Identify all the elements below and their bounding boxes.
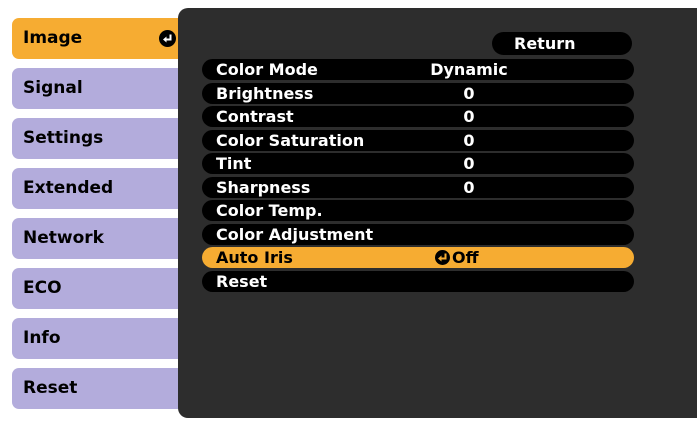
row-label: Brightness (216, 83, 314, 103)
sidebar-item-extended[interactable]: Extended (12, 168, 190, 209)
row-label: Contrast (216, 107, 294, 126)
sidebar-item-label: Settings (23, 128, 104, 148)
row-sharpness[interactable]: Sharpness 0 (202, 176, 634, 198)
row-tint[interactable]: Tint 0 (202, 153, 634, 174)
row-value: 0 (463, 107, 475, 126)
row-label: Color Mode (216, 60, 318, 79)
category-sidebar: Image Signal Settings Extended Network E… (12, 18, 196, 418)
sidebar-item-label: Reset (23, 378, 78, 398)
row-color-mode[interactable]: Color Mode Dynamic (202, 59, 634, 80)
sidebar-item-settings[interactable]: Settings (12, 118, 190, 159)
row-label: Sharpness (216, 177, 311, 197)
row-label: Color Temp. (216, 201, 323, 220)
row-value: 0 (463, 177, 475, 197)
sidebar-item-image[interactable]: Image (12, 18, 190, 59)
enter-icon (159, 30, 176, 47)
row-value: 0 (463, 130, 475, 150)
enter-icon (435, 250, 450, 265)
row-label: Reset (216, 271, 268, 291)
row-color-temp[interactable]: Color Temp. (202, 200, 634, 221)
sidebar-item-label: Info (23, 328, 61, 348)
row-value: 0 (463, 154, 475, 173)
row-value: Dynamic (430, 60, 508, 79)
sidebar-item-network[interactable]: Network (12, 218, 190, 259)
row-value: 0 (463, 83, 475, 103)
sidebar-item-label: ECO (23, 278, 62, 298)
row-label: Color Adjustment (216, 224, 374, 244)
row-color-saturation[interactable]: Color Saturation 0 (202, 129, 634, 151)
sidebar-item-label: Signal (23, 78, 83, 98)
return-button[interactable]: Return (492, 32, 632, 55)
sidebar-item-label: Network (23, 228, 104, 248)
row-brightness[interactable]: Brightness 0 (202, 82, 634, 104)
sidebar-item-reset[interactable]: Reset (12, 368, 190, 409)
row-reset[interactable]: Reset (202, 270, 634, 292)
row-label: Auto Iris (216, 248, 293, 267)
row-contrast[interactable]: Contrast 0 (202, 106, 634, 127)
row-color-adjustment[interactable]: Color Adjustment (202, 223, 634, 245)
row-label: Tint (216, 154, 252, 173)
settings-list: Color Mode Dynamic Brightness 0 Contrast… (202, 59, 634, 294)
sidebar-item-signal[interactable]: Signal (12, 68, 190, 109)
sidebar-item-label: Image (23, 28, 83, 48)
sidebar-item-info[interactable]: Info (12, 318, 190, 359)
row-value: Off (452, 248, 479, 267)
row-auto-iris[interactable]: Auto Iris Off (202, 247, 634, 268)
sidebar-item-eco[interactable]: ECO (12, 268, 190, 309)
sidebar-item-label: Extended (23, 178, 114, 198)
image-settings-panel: Return Color Mode Dynamic Brightness 0 C… (178, 8, 697, 418)
row-label: Color Saturation (216, 130, 365, 150)
